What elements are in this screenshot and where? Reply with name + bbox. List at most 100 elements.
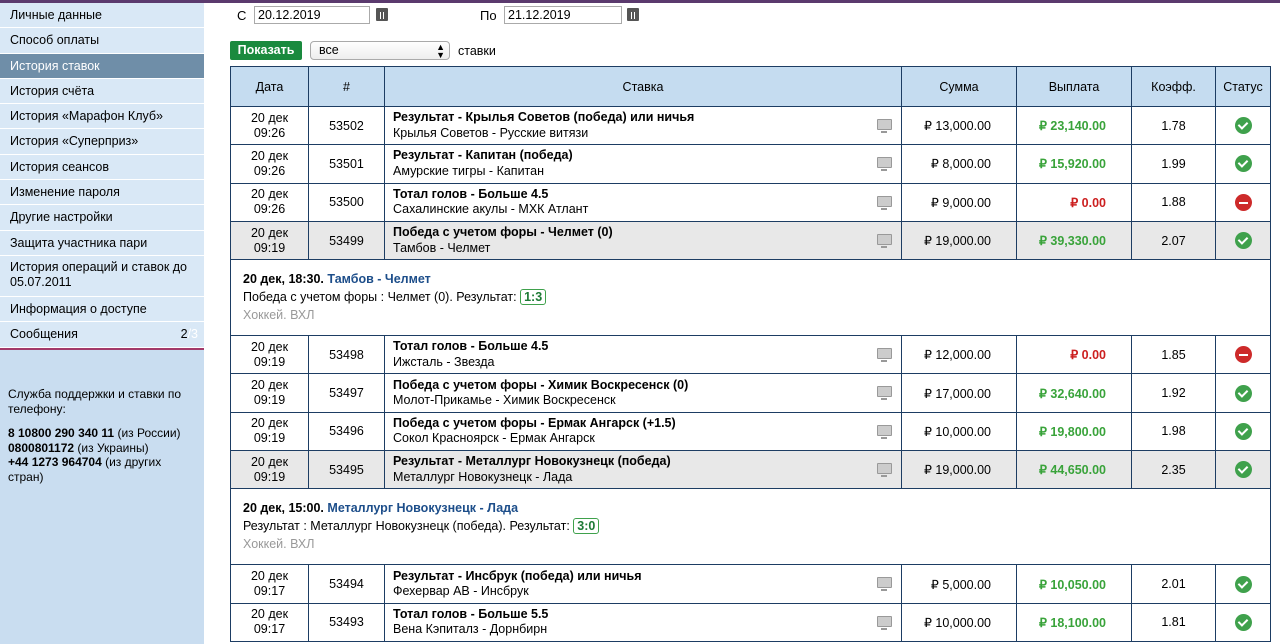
bet-payout: ₽ 23,140.00	[1016, 105, 1132, 146]
bet-status-cell	[1215, 411, 1271, 452]
sidebar-item-label: История сеансов	[10, 159, 109, 174]
bet-number: 53494	[308, 564, 385, 604]
bet-title: Победа с учетом форы - Ермак Ангарск (+1…	[393, 415, 676, 430]
bet-number: 53495	[308, 450, 385, 490]
bet-date: 20 дек	[250, 110, 289, 125]
bet-row[interactable]: 20 дек 09:19 53495 Результат - Металлург Но…	[230, 450, 1271, 490]
event-name[interactable]: Тамбов - Челмет	[327, 272, 430, 286]
bet-description-cell: Результат - Инсбрук (победа) или ничья Фе…	[384, 564, 902, 604]
sidebar-item[interactable]: Информация о доступе	[0, 296, 204, 323]
bet-row[interactable]: 20 дек 09:26 53502 Результат - Крылья Совет…	[230, 105, 1271, 146]
bet-row[interactable]: 20 дек 09:26 53501 Результат - Капитан (поб…	[230, 144, 1271, 184]
bet-date-cell: 20 дек 09:19	[230, 220, 309, 261]
sidebar-item-label: Другие настройки	[10, 210, 113, 225]
bet-type-select[interactable]: все ▲ ▼	[310, 41, 450, 60]
minus-circle-icon	[1234, 346, 1252, 364]
bet-number: 53501	[308, 144, 385, 184]
bet-status-cell	[1215, 373, 1271, 413]
bet-amount: ₽ 5,000.00	[901, 564, 1017, 604]
sidebar-item[interactable]: Другие настройки	[0, 205, 204, 231]
bet-description-cell: Результат - Капитан (победа) Амурские тиг…	[384, 144, 902, 184]
bet-title: Результат - Капитан (победа)	[393, 148, 573, 163]
bet-row[interactable]: 20 дек 09:19 53499 Победа с учетом форы - Ч…	[230, 220, 1271, 261]
bet-date: 20 дек	[250, 148, 289, 163]
bet-row[interactable]: 20 дек 09:26 53500 Тотал голов - Больше 4.5…	[230, 182, 1271, 222]
bet-status-cell	[1215, 602, 1271, 642]
tv-icon[interactable]	[877, 424, 892, 439]
tv-icon[interactable]	[877, 615, 892, 630]
bet-payout: ₽ 44,650.00	[1016, 450, 1132, 490]
sidebar-item[interactable]: История «Суперприз»	[0, 129, 204, 155]
sidebar-item[interactable]: История «Марафон Клуб»	[0, 104, 204, 130]
bet-odds: 1.92	[1131, 373, 1216, 413]
column-header: Выплата	[1016, 66, 1132, 107]
sidebar-item[interactable]: История счёта	[0, 78, 204, 105]
support-phone[interactable]: +44 1273 964704	[8, 455, 102, 469]
tv-icon[interactable]	[877, 386, 892, 401]
tv-icon[interactable]	[877, 119, 892, 133]
tv-icon[interactable]	[877, 577, 892, 592]
check-circle-icon	[1234, 422, 1252, 440]
sidebar-item[interactable]: Изменение пароля	[0, 180, 204, 206]
bet-payout: ₽ 0.00	[1016, 182, 1132, 222]
support-phone-note: (из России)	[114, 426, 181, 440]
unread-count: 2	[180, 327, 188, 342]
bet-date-cell: 20 дек 09:19	[230, 411, 309, 452]
bet-row[interactable]: 20 дек 09:17 53493 Тотал голов - Больше 5.5…	[230, 602, 1271, 642]
bet-payout: ₽ 32,640.00	[1016, 373, 1132, 413]
sidebar-item[interactable]: Защита участника пари	[0, 230, 204, 256]
date-to-input[interactable]	[504, 6, 622, 24]
support-phone[interactable]: 0800801172	[8, 441, 74, 455]
column-header: #	[308, 66, 385, 107]
check-circle-icon	[1234, 384, 1252, 402]
bet-payout: ₽ 18,100.00	[1016, 602, 1132, 642]
bet-row[interactable]: 20 дек 09:19 53496 Победа с учетом форы - Е…	[230, 411, 1271, 452]
bet-title: Результат - Крылья Советов (победа) или …	[393, 110, 695, 125]
sidebar-item[interactable]: История сеансов	[0, 154, 204, 181]
sidebar-item[interactable]: Личные данные	[0, 3, 204, 29]
show-button[interactable]: Показать	[230, 41, 302, 60]
tv-icon[interactable]	[877, 463, 892, 478]
bet-row[interactable]: 20 дек 09:19 53497 Победа с учетом форы - Х…	[230, 373, 1271, 413]
bet-description-cell: Победа с учетом форы - Ермак Ангарск (+1…	[384, 411, 902, 452]
from-label: С	[237, 8, 247, 23]
sidebar-item[interactable]: Сообщения 2/3	[0, 322, 204, 348]
bet-odds: 1.98	[1131, 411, 1216, 452]
sidebar-item[interactable]: Способ оплаты	[0, 28, 204, 54]
sidebar-item-label: История ставок	[10, 58, 100, 73]
minus-circle-icon	[1234, 193, 1252, 211]
bet-title: Тотал голов - Больше 4.5	[393, 339, 549, 354]
support-phone-line: 0800801172 (из Украины)	[8, 441, 198, 456]
tv-icon[interactable]	[877, 195, 892, 210]
bet-time: 09:19	[253, 354, 286, 369]
support-phone[interactable]: 8 10800 290 340 11	[8, 426, 114, 440]
bet-date: 20 дек	[250, 607, 289, 622]
date-from-input[interactable]	[254, 6, 370, 24]
select-suffix-label: ставки	[458, 44, 496, 58]
bet-match: Сокол Красноярск - Ермак Ангарск	[393, 431, 595, 446]
sidebar-item-label: История операций и ставок до 05.07.2011	[10, 259, 188, 289]
bet-date-cell: 20 дек 09:26	[230, 105, 309, 146]
tv-icon[interactable]	[877, 348, 892, 363]
column-header: Сумма	[901, 66, 1017, 107]
tv-icon[interactable]	[877, 233, 892, 248]
sidebar-item[interactable]: История операций и ставок до 05.07.2011	[0, 255, 204, 297]
support-phone-line: 8 10800 290 340 11 (из России)	[8, 426, 198, 441]
bet-title: Тотал голов - Больше 4.5	[393, 186, 549, 201]
bet-time: 09:26	[253, 125, 286, 140]
bet-row[interactable]: 20 дек 09:19 53498 Тотал голов - Больше 4.5…	[230, 335, 1271, 375]
bet-title: Результат - Металлург Новокузнецк (побед…	[393, 454, 671, 469]
bet-row[interactable]: 20 дек 09:17 53494 Результат - Инсбрук (поб…	[230, 564, 1271, 604]
bet-date: 20 дек	[250, 416, 289, 431]
calendar-icon[interactable]	[627, 8, 639, 21]
tv-icon[interactable]	[877, 157, 892, 172]
bet-odds: 2.35	[1131, 450, 1216, 490]
bet-time: 09:26	[253, 163, 286, 178]
sidebar-item[interactable]: История ставок	[0, 53, 204, 79]
bet-time: 09:26	[253, 202, 286, 217]
bet-date: 20 дек	[250, 339, 289, 354]
event-name[interactable]: Металлург Новокузнецк - Лада	[327, 501, 518, 515]
bet-status-cell	[1215, 105, 1271, 146]
bet-time: 09:19	[253, 240, 286, 255]
calendar-icon[interactable]	[376, 8, 388, 21]
